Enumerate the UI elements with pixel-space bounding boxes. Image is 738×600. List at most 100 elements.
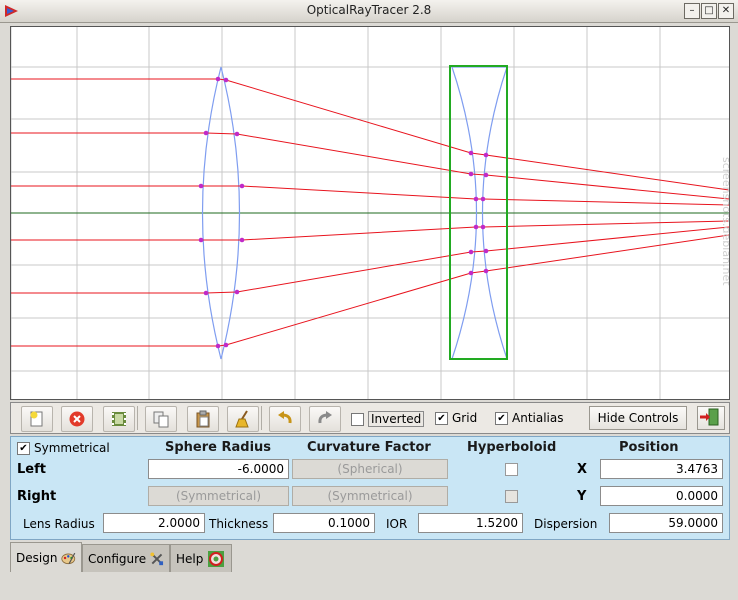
inverted-label: Inverted (368, 411, 425, 427)
x-label: X (577, 462, 588, 477)
antialias-toggle[interactable]: ✔ Antialias (495, 411, 563, 425)
lens-radius-label: Lens Radius (23, 517, 95, 531)
thickness-label: Thickness (209, 517, 269, 531)
optical-scene[interactable]: screenshots.debian.net (11, 27, 729, 399)
ray-trace-canvas[interactable]: screenshots.debian.net (10, 26, 730, 400)
ray (11, 226, 729, 294)
broom-icon (235, 410, 249, 428)
intersection-dot (483, 152, 489, 158)
tab-help[interactable]: Help (170, 544, 232, 572)
inverted-toggle[interactable]: Inverted (351, 411, 425, 427)
ray (11, 234, 729, 347)
grid-toggle[interactable]: ✔ Grid (435, 411, 477, 425)
minimize-icon: – (689, 5, 695, 16)
intersection-dot (483, 172, 489, 178)
sphere-radius-header: Sphere Radius (165, 440, 272, 455)
intersection-dot (198, 237, 204, 243)
tools-icon (150, 551, 164, 565)
clean-button[interactable] (227, 406, 259, 432)
right-curvature-factor-input: (Symmetrical) (292, 486, 448, 506)
maximize-button[interactable]: □ (701, 3, 717, 19)
right-hyperboloid-checkbox (505, 490, 518, 503)
intersection-dot (234, 131, 240, 137)
new-lens-button[interactable] (21, 406, 53, 432)
tab-help-label: Help (176, 551, 204, 566)
ior-label: IOR (386, 517, 408, 531)
dispersion-label: Dispersion (534, 517, 598, 531)
left-sphere-radius-input[interactable] (148, 459, 289, 479)
intersection-dot (473, 196, 479, 202)
intersection-dot (468, 270, 474, 276)
ray (11, 132, 729, 200)
maximize-icon: □ (704, 5, 714, 16)
undo-icon (278, 411, 292, 424)
right-sphere-radius-input: (Symmetrical) (148, 486, 289, 506)
delete-button[interactable] (61, 406, 93, 432)
intersection-dot (473, 224, 479, 230)
new-lens-icon (30, 411, 43, 427)
copy-icon (153, 411, 169, 428)
lens-properties-panel: ✔ Symmetrical Sphere Radius Curvature Fa… (10, 436, 730, 540)
exit-button[interactable] (697, 406, 725, 430)
inverted-checkbox[interactable] (351, 412, 364, 426)
grid-checkbox[interactable]: ✔ (435, 411, 448, 425)
exit-icon (700, 408, 719, 426)
ray (11, 78, 729, 191)
delete-icon (69, 411, 85, 427)
lens-radius-input[interactable] (103, 513, 205, 533)
intersection-dot (483, 268, 489, 274)
position-header: Position (619, 440, 679, 455)
tab-design[interactable]: Design (10, 542, 82, 572)
close-icon: ✕ (721, 5, 731, 16)
minimize-button[interactable]: – (684, 3, 700, 19)
hide-controls-button[interactable]: Hide Controls (589, 406, 687, 430)
right-row-label: Right (17, 489, 57, 504)
left-hyperboloid-checkbox[interactable] (505, 463, 518, 476)
y-label: Y (577, 489, 587, 504)
antialias-label: Antialias (512, 411, 564, 425)
symmetrical-checkbox[interactable]: ✔ (17, 441, 30, 455)
intersection-dot (239, 237, 245, 243)
tab-design-label: Design (16, 550, 58, 565)
left-row-label: Left (17, 462, 46, 477)
intersection-dot (480, 196, 486, 202)
close-button[interactable]: ✕ (718, 3, 734, 19)
curvature-factor-header: Curvature Factor (307, 440, 431, 455)
window-title: OpticalRayTracer 2.8 (306, 3, 432, 17)
intersection-dot (203, 290, 209, 296)
redo-button[interactable] (309, 406, 341, 432)
position-x-input[interactable] (600, 459, 723, 479)
intersection-dot (468, 171, 474, 177)
dispersion-input[interactable] (609, 513, 723, 533)
redo-icon (318, 411, 332, 424)
intersection-dot (223, 77, 229, 83)
antialias-checkbox[interactable]: ✔ (495, 411, 508, 425)
intersection-dot (234, 289, 240, 295)
ior-input[interactable] (418, 513, 523, 533)
hyperboloid-header: Hyperboloid (467, 440, 557, 455)
film-button[interactable] (103, 406, 135, 432)
intersection-dot (480, 224, 486, 230)
title-bar: OpticalRayTracer 2.8 – □ ✕ (0, 0, 738, 23)
symmetrical-label: Symmetrical (34, 441, 110, 455)
intersection-dot (203, 130, 209, 136)
symmetrical-toggle[interactable]: ✔ Symmetrical (17, 441, 110, 455)
thickness-input[interactable] (273, 513, 375, 533)
copy-button[interactable] (145, 406, 177, 432)
left-curvature-factor-input: (Spherical) (292, 459, 448, 479)
position-y-input[interactable] (600, 486, 723, 506)
intersection-dot (215, 343, 221, 349)
undo-button[interactable] (269, 406, 301, 432)
paste-button[interactable] (187, 406, 219, 432)
intersection-dot (483, 248, 489, 254)
tab-configure[interactable]: Configure (82, 544, 170, 572)
tab-configure-label: Configure (88, 551, 147, 566)
intersection-dot (223, 342, 229, 348)
intersection-dot (215, 76, 221, 82)
watermark: screenshots.debian.net (720, 157, 729, 286)
intersection-dot (468, 150, 474, 156)
intersection-dot (239, 183, 245, 189)
palette-icon (61, 552, 76, 564)
toolbar: Inverted ✔ Grid ✔ Antialias Hide Control… (10, 402, 730, 434)
lifebuoy-icon (208, 550, 225, 567)
